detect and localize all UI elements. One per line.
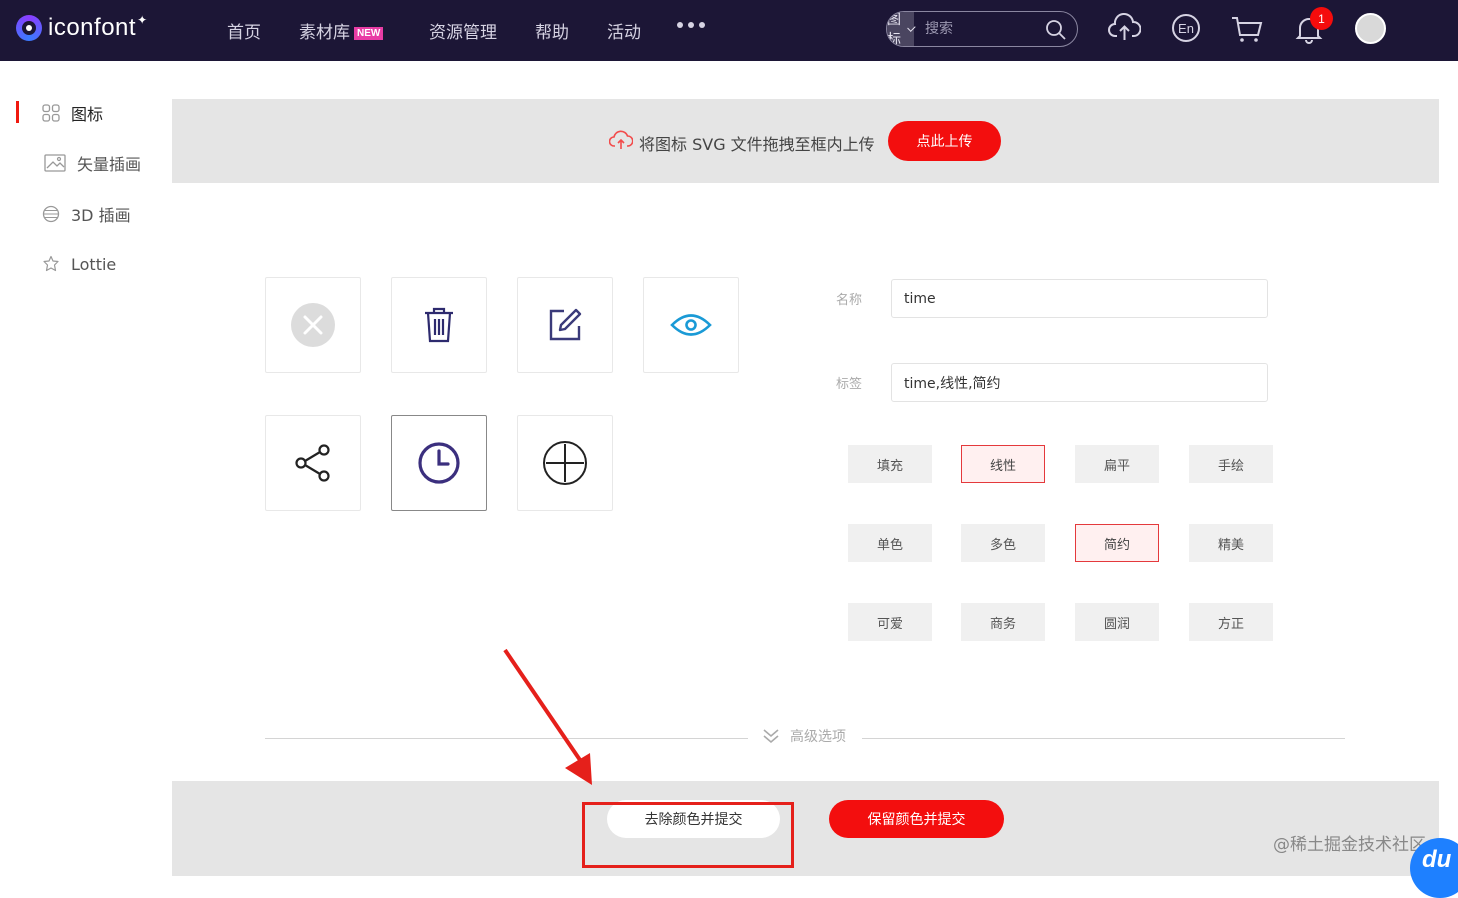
iconfont-logo[interactable]: iconfont ✦ — [16, 13, 147, 43]
tag-rounded[interactable]: 圆润 — [1075, 603, 1159, 641]
tag-flat[interactable]: 扁平 — [1075, 445, 1159, 483]
corner-logo: du — [1410, 838, 1458, 898]
nav-activity[interactable]: 活动 — [607, 18, 641, 43]
svg-text:En: En — [1178, 21, 1194, 36]
tag-cute[interactable]: 可爱 — [848, 603, 932, 641]
tag-business[interactable]: 商务 — [961, 603, 1045, 641]
upload-hint: 将图标 SVG 文件拖拽至框内上传 — [639, 135, 875, 154]
eye-icon — [670, 314, 712, 336]
avatar[interactable] — [1355, 13, 1386, 44]
lottie-icon — [43, 255, 59, 272]
divider — [265, 738, 748, 739]
double-chevron-down-icon — [763, 729, 779, 744]
icon-tile-close[interactable] — [265, 277, 361, 373]
close-circle-icon — [291, 303, 335, 347]
tag-multicolor[interactable]: 多色 — [961, 524, 1045, 562]
sidebar-item-label: 3D 插画 — [71, 206, 131, 225]
annotation-highlight-box — [582, 802, 794, 868]
advanced-options-label: 高级选项 — [790, 729, 846, 745]
upload-dropzone[interactable]: 将图标 SVG 文件拖拽至框内上传 点此上传 — [172, 99, 1439, 183]
search-bar: 图标 — [886, 11, 1078, 47]
icon-tile-share[interactable] — [265, 415, 361, 511]
icon-tile-plus[interactable] — [517, 415, 613, 511]
upload-panel: 将图标 SVG 文件拖拽至框内上传 点此上传 名称 标签 填充 线性 扁平 手绘… — [172, 99, 1439, 876]
cart-icon[interactable] — [1230, 15, 1264, 43]
search-icon[interactable] — [1045, 19, 1067, 41]
icon-tile-edit[interactable] — [517, 277, 613, 373]
nav-resources[interactable]: 资源管理 — [429, 18, 497, 43]
new-badge: NEW — [354, 27, 384, 40]
edit-icon — [549, 308, 582, 341]
advanced-options-toggle[interactable]: 高级选项 — [762, 726, 846, 746]
keep-color-submit-button[interactable]: 保留颜色并提交 — [829, 800, 1004, 838]
tag-mono[interactable]: 单色 — [848, 524, 932, 562]
tag-linear[interactable]: 线性 — [961, 445, 1045, 483]
icon-tile-clock[interactable] — [391, 415, 487, 511]
tag-square[interactable]: 方正 — [1189, 603, 1273, 641]
more-icon[interactable] — [677, 22, 705, 28]
name-label: 名称 — [836, 293, 863, 308]
name-field[interactable] — [891, 279, 1268, 318]
sidebar-item-3d-illustration[interactable]: 3D 插画 — [0, 199, 172, 229]
tag-simple[interactable]: 简约 — [1075, 524, 1159, 562]
cube-icon — [42, 205, 60, 223]
nav-help[interactable]: 帮助 — [535, 18, 569, 43]
submit-bar: 去除颜色并提交 保留颜色并提交 — [172, 781, 1439, 876]
nav-home[interactable]: 首页 — [227, 18, 261, 43]
nav-materials[interactable]: 素材库 NEW — [299, 18, 384, 43]
watermark: @稀土掘金技术社区 — [1273, 835, 1426, 855]
search-type-label: 图标 — [887, 12, 901, 47]
upload-cloud-icon[interactable] — [1108, 12, 1141, 44]
clock-icon — [418, 442, 460, 484]
sidebar-item-label: Lottie — [71, 254, 117, 274]
tag-hand-drawn[interactable]: 手绘 — [1189, 445, 1273, 483]
plus-circle-icon — [543, 441, 587, 485]
sidebar: 图标 矢量插画 3D 插画 Lottie — [0, 61, 172, 876]
language-en-icon[interactable]: En — [1171, 13, 1201, 43]
divider — [862, 738, 1345, 739]
top-navbar: iconfont ✦ 首页 素材库 NEW 资源管理 帮助 活动 图标 En 1 — [0, 0, 1458, 61]
tags-label: 标签 — [836, 377, 863, 392]
logo-star-icon: ✦ — [137, 13, 148, 27]
sidebar-item-icons[interactable]: 图标 — [0, 98, 172, 128]
icon-tile-trash[interactable] — [391, 277, 487, 373]
nav-materials-label: 素材库 — [299, 23, 350, 43]
notification-badge: 1 — [1310, 7, 1333, 30]
image-icon — [44, 154, 66, 172]
logo-icon — [16, 15, 42, 41]
trash-icon — [425, 307, 453, 343]
share-icon — [295, 444, 330, 482]
upload-button[interactable]: 点此上传 — [888, 121, 1001, 161]
sidebar-item-label: 图标 — [71, 105, 104, 124]
sidebar-item-vector-illustration[interactable]: 矢量插画 — [0, 148, 172, 178]
tag-fill[interactable]: 填充 — [848, 445, 932, 483]
icon-tile-eye[interactable] — [643, 277, 739, 373]
search-type-select[interactable]: 图标 — [887, 12, 916, 47]
sidebar-item-lottie[interactable]: Lottie — [0, 249, 172, 279]
tags-field[interactable] — [891, 363, 1268, 402]
logo-text: iconfont — [48, 14, 137, 41]
tag-exquisite[interactable]: 精美 — [1189, 524, 1273, 562]
upload-cloud-icon — [609, 130, 633, 149]
sidebar-item-label: 矢量插画 — [77, 155, 142, 174]
grid-icon — [42, 104, 60, 122]
